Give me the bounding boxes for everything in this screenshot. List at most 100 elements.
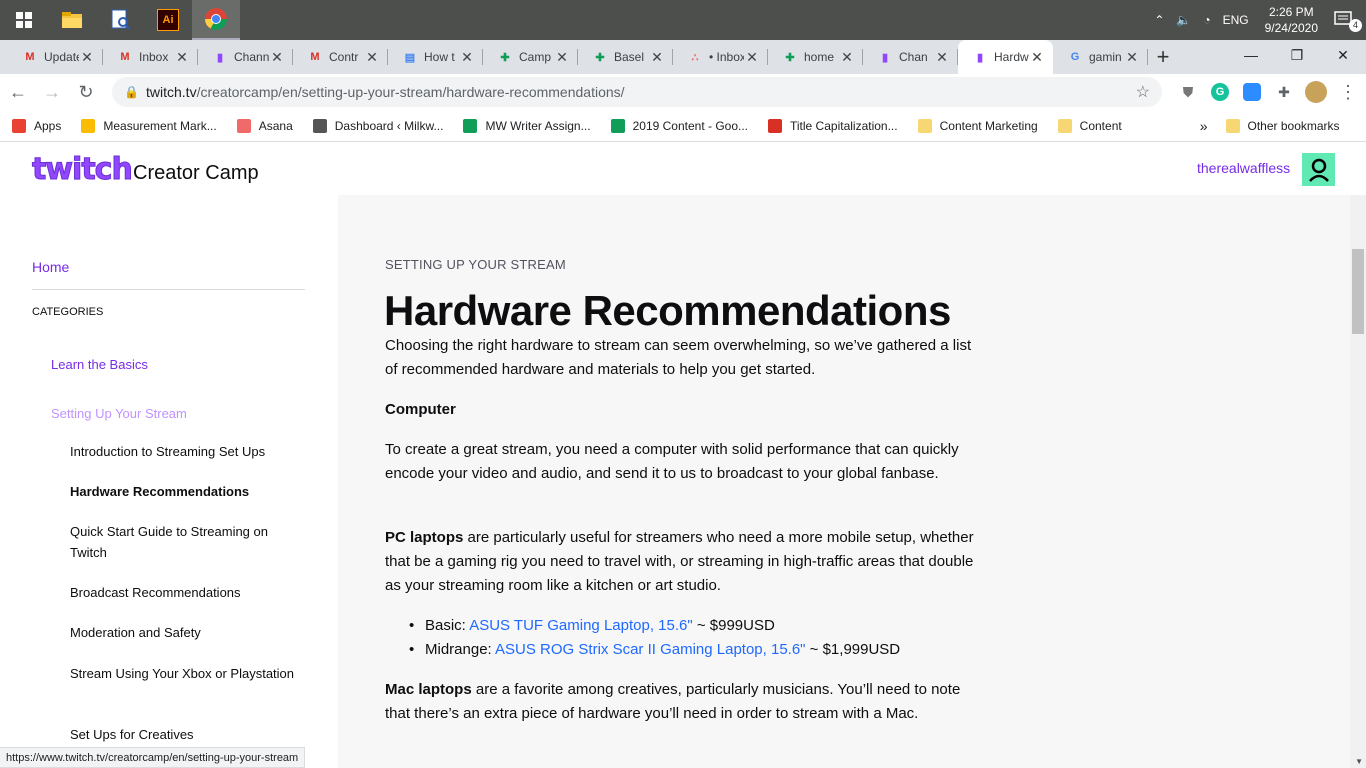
wifi-icon[interactable]: ◔ xyxy=(1197,13,1216,27)
forward-icon[interactable]: → xyxy=(36,76,68,108)
browser-tab[interactable]: ✚ home ✕ xyxy=(768,40,863,74)
bookmark-star-icon[interactable]: ☆ xyxy=(1136,82,1150,102)
browser-tab[interactable]: ∴ • Inbox ✕ xyxy=(673,40,768,74)
browser-tab[interactable]: ▤ How t ✕ xyxy=(388,40,483,74)
list-item-prefix: Basic: xyxy=(425,617,470,634)
sidebar-item-intro-setups[interactable]: Introduction to Streaming Set Ups xyxy=(70,441,300,462)
close-tab-icon[interactable]: ✕ xyxy=(649,49,665,66)
browser-tab[interactable]: M Contr ✕ xyxy=(293,40,388,74)
zoom-extension-icon[interactable] xyxy=(1236,76,1268,108)
other-bookmarks[interactable]: Other bookmarks xyxy=(1225,118,1340,133)
computer-paragraph: To create a great stream, you need a com… xyxy=(385,441,959,482)
bookmark-label: Asana xyxy=(258,118,293,133)
chrome-icon[interactable] xyxy=(192,0,240,40)
close-tab-icon[interactable]: ✕ xyxy=(934,49,950,66)
close-tab-icon[interactable]: ✕ xyxy=(174,49,190,66)
bookmark-item[interactable]: Content Marketing xyxy=(917,118,1038,133)
browser-tab[interactable]: ✚ Basel ✕ xyxy=(578,40,673,74)
clock[interactable]: 2:26 PM 9/24/2020 xyxy=(1255,4,1328,36)
browser-tab[interactable]: Ggamin ✕ xyxy=(1053,40,1148,74)
close-tab-icon[interactable]: ✕ xyxy=(554,49,570,66)
sidebar-home-link[interactable]: Home xyxy=(32,259,69,275)
scroll-down-icon[interactable]: ▼ xyxy=(1355,757,1363,766)
tab-label: home xyxy=(804,50,835,64)
bookmark-favicon-icon xyxy=(312,118,327,133)
page-scrollbar[interactable]: ▼ xyxy=(1350,195,1366,768)
bookmark-label: Title Capitalization... xyxy=(790,118,898,133)
window-controls: — ❐ ✕ xyxy=(1228,40,1366,74)
language-indicator[interactable]: ENG xyxy=(1217,13,1255,27)
sidebar-item-hardware-recommendations[interactable]: Hardware Recommendations xyxy=(70,481,300,502)
bookmark-item[interactable]: 2019 Content - Goo... xyxy=(610,118,748,133)
document-search-icon[interactable] xyxy=(96,0,144,40)
close-tab-icon[interactable]: ✕ xyxy=(1124,49,1140,66)
bookmark-favicon-icon xyxy=(610,118,625,133)
bookmark-favicon-icon xyxy=(917,118,932,133)
asana-icon: ∴ xyxy=(691,51,699,64)
bookmark-item[interactable]: MW Writer Assign... xyxy=(463,118,591,133)
close-tab-icon[interactable]: ✕ xyxy=(269,49,285,66)
scrollbar-thumb[interactable] xyxy=(1352,249,1364,334)
clock-date: 9/24/2020 xyxy=(1264,21,1318,35)
shield-extension-icon[interactable]: ⛊ xyxy=(1172,76,1204,108)
mac-laptops-text: are a favorite among creatives, particul… xyxy=(385,681,961,722)
chrome-menu-icon[interactable]: ⋮ xyxy=(1332,76,1364,108)
asus-tuf-link[interactable]: ASUS TUF Gaming Laptop, 15.6" xyxy=(469,617,693,634)
bookmarks-overflow-icon[interactable]: » xyxy=(1200,118,1208,134)
restore-icon[interactable]: ❐ xyxy=(1274,40,1320,70)
reload-icon[interactable]: ↻ xyxy=(70,76,102,108)
address-bar[interactable]: 🔒 twitch.tv/creatorcamp/en/setting-up-yo… xyxy=(112,77,1162,107)
grammarly-icon[interactable]: G xyxy=(1204,76,1236,108)
close-tab-icon[interactable]: ✕ xyxy=(459,49,475,66)
bookmark-item[interactable]: Measurement Mark... xyxy=(81,118,217,133)
username-link[interactable]: therealwaffless xyxy=(1197,160,1290,176)
bookmark-label: MW Writer Assign... xyxy=(485,118,591,133)
browser-tab[interactable]: ▮ Chan ✕ xyxy=(863,40,958,74)
windows-start-icon[interactable] xyxy=(0,0,48,40)
notifications-icon[interactable]: 4 xyxy=(1328,10,1366,32)
sidebar-item-quick-start[interactable]: Quick Start Guide to Streaming on Twitch xyxy=(70,521,300,563)
article-content: SETTING UP YOUR STREAM Hardware Recommen… xyxy=(338,195,1350,768)
twitch-logo[interactable]: twitch xyxy=(32,153,134,186)
bookmark-item[interactable]: Dashboard ‹ Milkw... xyxy=(312,118,443,133)
close-tab-icon[interactable]: ✕ xyxy=(839,49,855,66)
browser-tab[interactable]: ✚ Camp ✕ xyxy=(483,40,578,74)
browser-tab[interactable]: ▮ Channel✕ xyxy=(198,40,293,74)
creator-camp-title[interactable]: Creator Camp xyxy=(133,162,259,185)
close-tab-icon[interactable]: ✕ xyxy=(79,49,95,66)
bookmark-item[interactable]: Asana xyxy=(236,118,293,133)
close-tab-icon[interactable]: ✕ xyxy=(364,49,380,66)
new-tab-button[interactable]: + xyxy=(1148,40,1178,74)
sidebar-item-creatives[interactable]: Set Ups for Creatives xyxy=(70,724,300,745)
close-tab-icon[interactable]: ✕ xyxy=(744,49,760,66)
asus-rog-link[interactable]: ASUS ROG Strix Scar II Gaming Laptop, 15… xyxy=(495,641,805,658)
back-icon[interactable]: ← xyxy=(2,76,34,108)
sheets-icon: ✚ xyxy=(785,51,795,64)
browser-tab[interactable]: M Inbox ✕ xyxy=(103,40,198,74)
sidebar-item-moderation[interactable]: Moderation and Safety xyxy=(70,622,300,643)
chevron-up-icon[interactable]: ⌃ xyxy=(1148,13,1170,27)
breadcrumb[interactable]: SETTING UP YOUR STREAM xyxy=(385,257,566,272)
pc-laptops-text: are particularly useful for streamers wh… xyxy=(385,529,974,594)
bookmark-item[interactable]: Title Capitalization... xyxy=(768,118,898,133)
profile-avatar[interactable] xyxy=(1300,76,1332,108)
folder-icon xyxy=(1225,118,1240,133)
bookmark-item[interactable]: Content xyxy=(1057,118,1122,133)
minimize-icon[interactable]: — xyxy=(1228,40,1274,70)
sidebar-item-xbox-playstation[interactable]: Stream Using Your Xbox or Playstation xyxy=(70,663,300,684)
user-avatar[interactable] xyxy=(1302,153,1335,186)
sidebar-item-setting-up[interactable]: Setting Up Your Stream xyxy=(51,406,187,421)
bookmark-favicon-icon xyxy=(768,118,782,133)
bookmark-item[interactable]: Apps xyxy=(12,118,61,133)
sidebar-item-learn-basics[interactable]: Learn the Basics xyxy=(51,357,148,372)
close-tab-icon[interactable]: ✕ xyxy=(1029,49,1045,66)
extensions-puzzle-icon[interactable]: ✚ xyxy=(1268,76,1300,108)
close-window-icon[interactable]: ✕ xyxy=(1320,40,1366,70)
illustrator-icon[interactable]: Ai xyxy=(144,0,192,40)
browser-tab[interactable]: ▮ Hardw ✕ xyxy=(958,40,1053,74)
volume-icon[interactable]: 🔈 xyxy=(1170,13,1197,27)
sidebar-item-broadcast-recommendations[interactable]: Broadcast Recommendations xyxy=(70,582,300,603)
file-explorer-icon[interactable] xyxy=(48,0,96,40)
lock-icon[interactable]: 🔒 xyxy=(124,85,139,99)
browser-tab[interactable]: M Update ✕ xyxy=(8,40,103,74)
